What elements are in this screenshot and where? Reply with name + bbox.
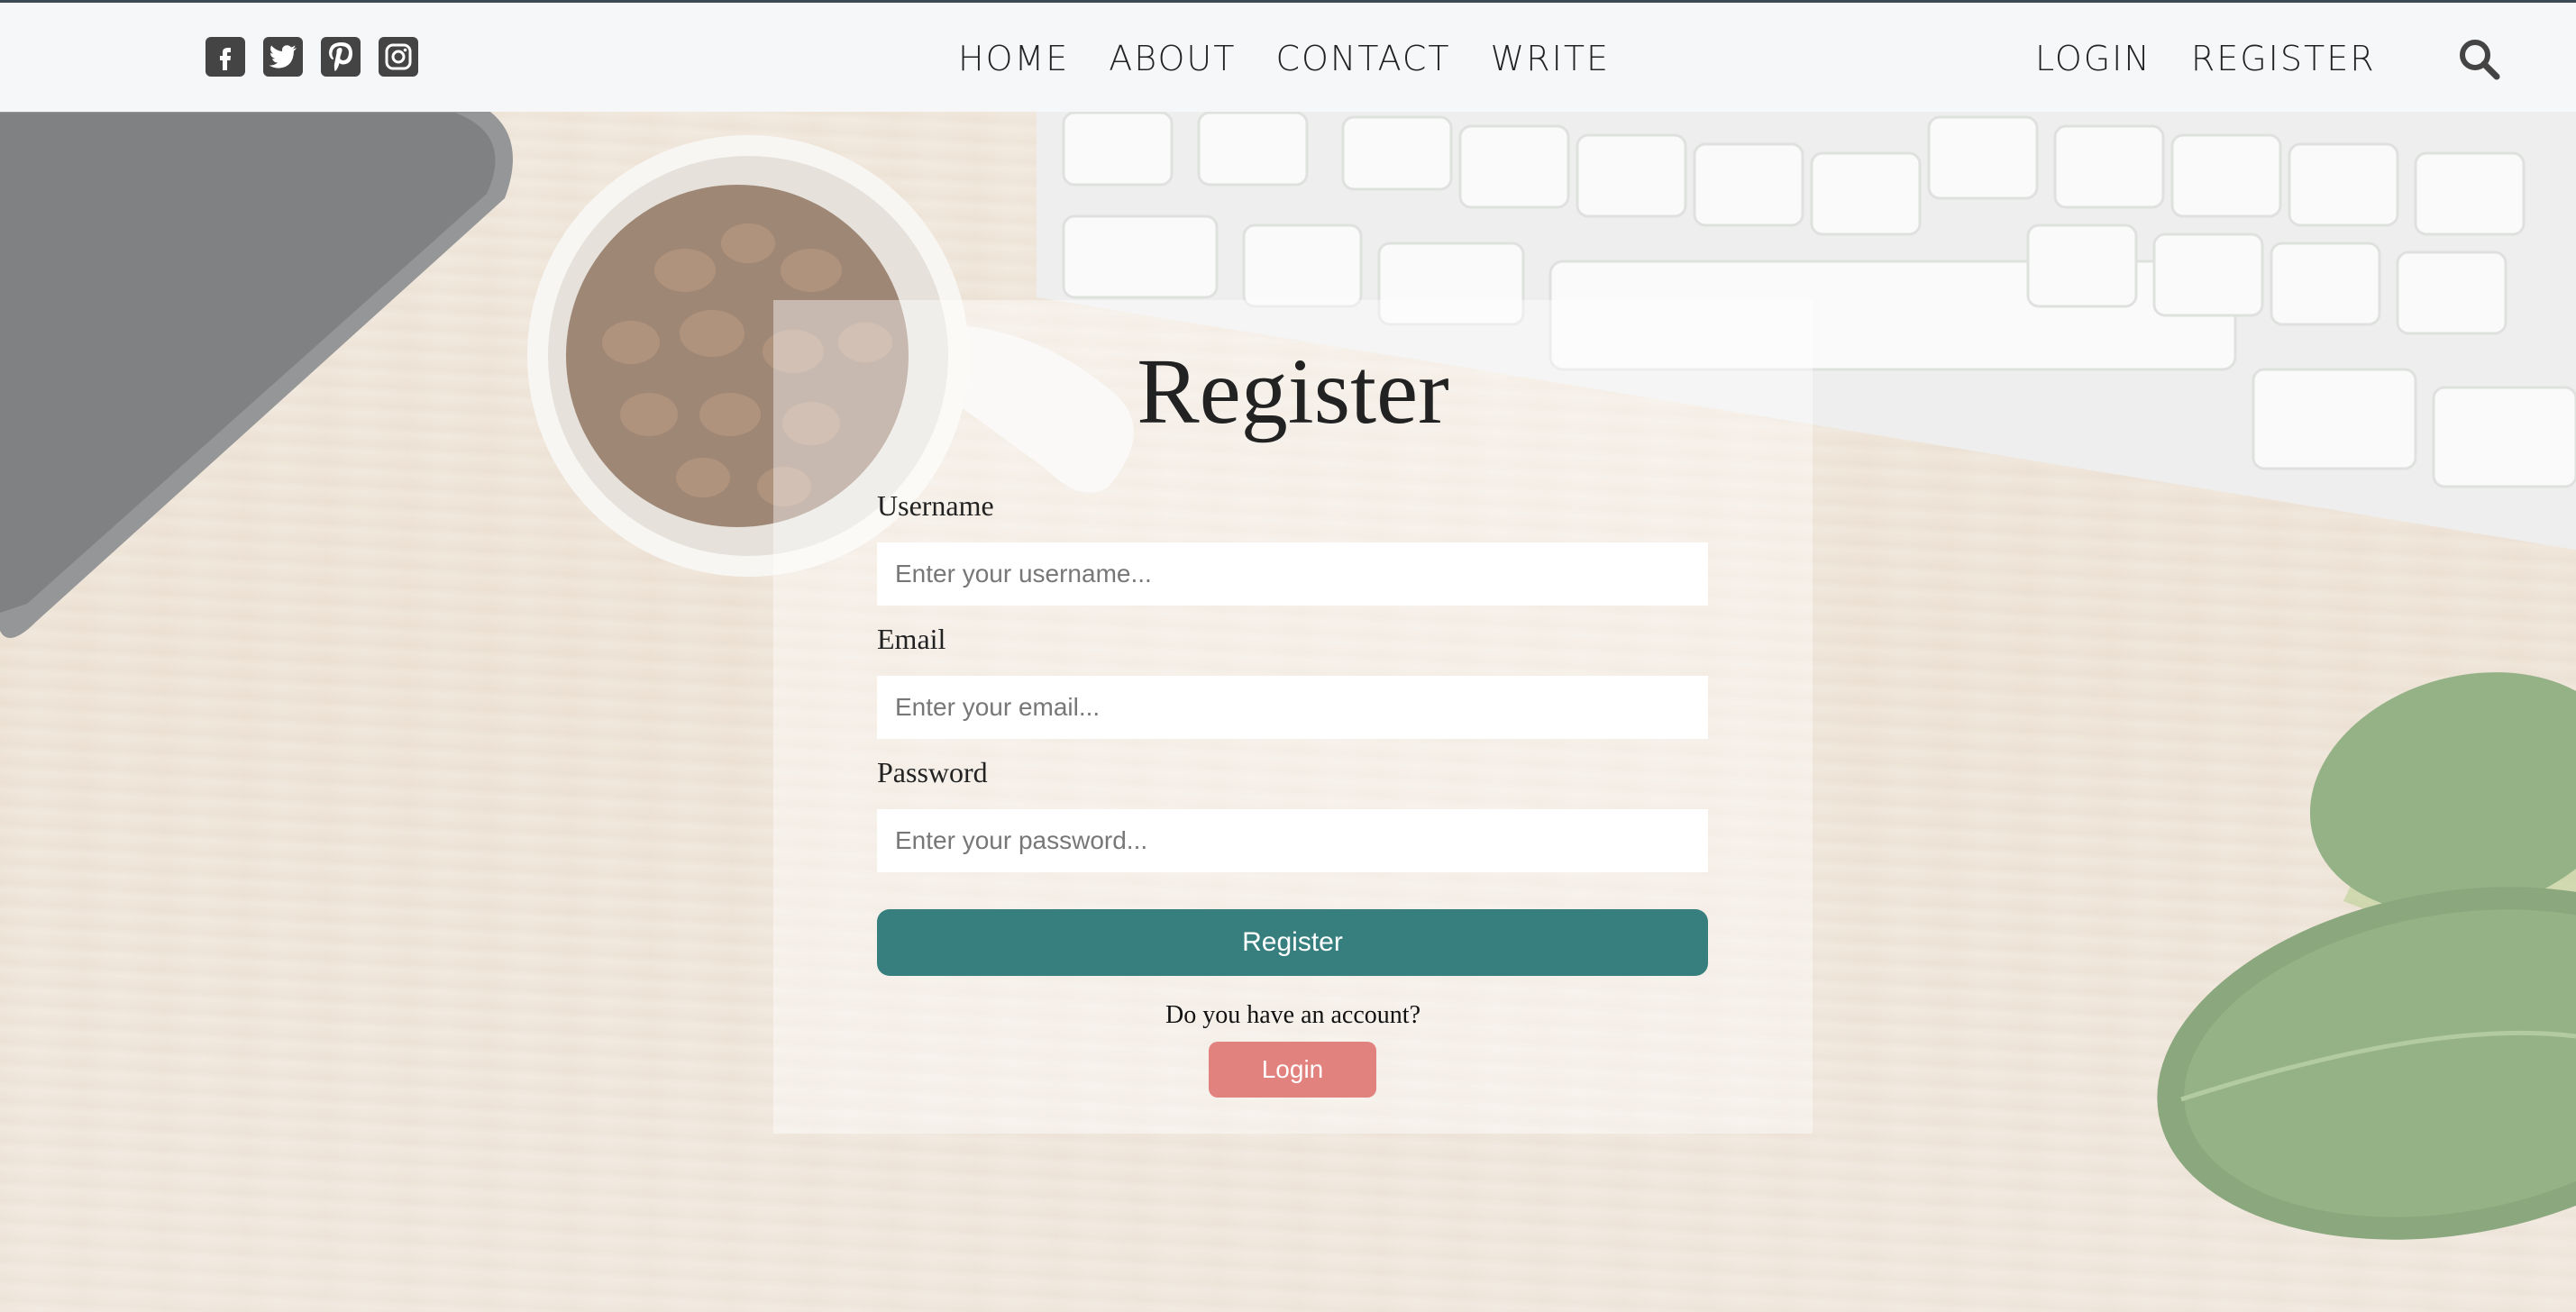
login-button[interactable]: Login [1209,1042,1376,1098]
nav-contact-link[interactable]: CONTACT [1275,39,1450,78]
twitter-icon[interactable] [263,37,303,77]
instagram-icon[interactable] [379,37,418,77]
pinterest-icon[interactable] [321,37,361,77]
nav-about-link[interactable]: ABOUT [1109,39,1236,78]
email-label: Email [877,623,946,655]
username-label: Username [877,489,994,522]
password-label: Password [877,756,988,788]
nav-register-link[interactable]: REGISTER [2191,39,2376,78]
account-prompt: Do you have an account? [1165,1001,1420,1029]
main-nav: HOME ABOUT CONTACT WRITE [958,3,1649,114]
social-icons [206,37,418,77]
nav-home-link[interactable]: HOME [958,39,1069,78]
nav-write-link[interactable]: WRITE [1491,39,1610,78]
register-title: Register [1137,340,1449,443]
search-icon[interactable] [2457,37,2500,80]
top-navbar: HOME ABOUT CONTACT WRITE LOGIN REGISTER [0,0,2576,112]
username-input[interactable] [877,542,1708,606]
register-submit-button[interactable]: Register [877,909,1708,976]
facebook-icon[interactable] [206,37,245,77]
password-input[interactable] [877,809,1708,872]
auth-nav: LOGIN REGISTER [2035,3,2416,114]
nav-login-link[interactable]: LOGIN [2035,39,2151,78]
register-panel: Register Username Email Password Registe… [773,300,1813,1134]
email-input[interactable] [877,676,1708,739]
